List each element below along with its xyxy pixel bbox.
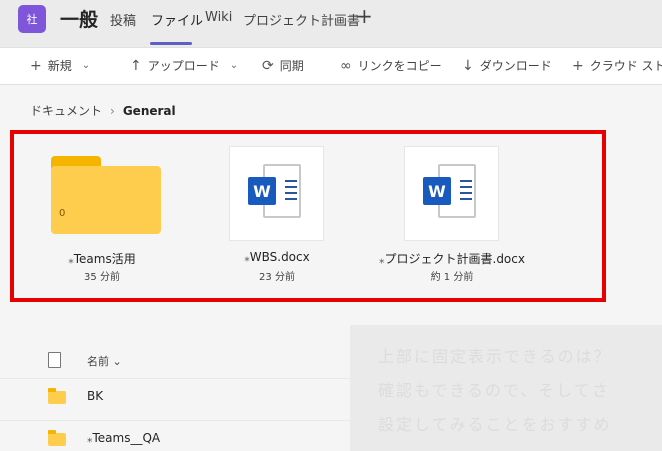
team-avatar[interactable]: 社 — [18, 5, 46, 33]
download-icon: ↓ — [462, 57, 474, 74]
column-name-header[interactable]: 名前 ⌄ — [87, 353, 122, 369]
tile-modified: 約 1 分前 — [430, 272, 474, 283]
file-thumbnail: W — [404, 146, 499, 241]
folder-icon — [48, 430, 66, 446]
overlay-panel: 上部に固定表示できるのは？ 確認もできるので、そしてさ 設定してみることをおすす… — [350, 325, 662, 451]
plus-icon: + — [30, 57, 42, 74]
chevron-down-icon: ⌄ — [112, 355, 122, 368]
word-icon: W — [423, 177, 451, 205]
folder-item-count: 0 — [59, 208, 66, 219]
tab-posts[interactable]: 投稿 — [110, 10, 136, 29]
link-icon: ∞ — [340, 57, 352, 74]
download-label: ダウンロード — [479, 59, 552, 73]
copy-link-label: リンクをコピー — [357, 59, 442, 73]
breadcrumb: ドキュメント › General — [30, 102, 176, 119]
chevron-right-icon: › — [110, 103, 115, 118]
folder-icon — [48, 388, 66, 404]
download-button[interactable]: ↓ ダウンロード — [462, 57, 552, 74]
list-item-name[interactable]: ⁎Teams__QA — [87, 431, 160, 445]
tab-wiki[interactable]: Wiki — [205, 10, 232, 25]
channel-header: 社 一般 投稿 ファイル Wiki プロジェクト計画書 + — [0, 0, 662, 47]
overlay-text-line: 上部に固定表示できるのは？ — [378, 347, 612, 366]
tab-project-plan[interactable]: プロジェクト計画書 — [243, 10, 360, 29]
breadcrumb-current: General — [122, 103, 176, 118]
tile-name: ⁎プロジェクト計画書.docx — [379, 252, 525, 266]
command-bar: + 新規 ⌄ ↑ アップロード ⌄ ⟳ 同期 ∞ リンクをコピー ↓ ダウンロー… — [0, 47, 662, 85]
overlay-text-line: 確認もできるので、そしてさ — [378, 381, 610, 400]
tab-files[interactable]: ファイル — [151, 10, 203, 29]
breadcrumb-documents[interactable]: ドキュメント — [30, 102, 102, 119]
sync-label: 同期 — [279, 59, 304, 73]
upload-button[interactable]: ↑ アップロード ⌄ — [130, 57, 238, 74]
upload-arrow-icon: ↑ — [130, 57, 142, 74]
list-item[interactable]: BK — [0, 378, 350, 414]
sync-button[interactable]: ⟳ 同期 — [262, 57, 304, 74]
recent-files-tiles: 0 ⁎Teams活用 35 分前 W ⁎WBS.docx 23 分前 W ⁎プロ… — [10, 130, 606, 302]
tile-modified: 35 分前 — [84, 272, 120, 283]
new-label: 新規 — [47, 59, 72, 73]
list-item[interactable]: ⁎Teams__QA — [0, 420, 350, 451]
new-button[interactable]: + 新規 ⌄ — [30, 57, 90, 74]
plus-icon: + — [572, 57, 584, 74]
folder-icon: 0 — [51, 156, 161, 234]
channel-title: 一般 — [60, 9, 99, 31]
tile-name: ⁎Teams活用 — [68, 252, 136, 266]
cloud-storage-button[interactable]: + クラウド ストレ — [572, 57, 662, 74]
list-item-name[interactable]: BK — [87, 389, 103, 403]
chevron-down-icon: ⌄ — [229, 60, 239, 71]
upload-label: アップロード — [147, 59, 220, 73]
file-type-icon — [48, 352, 61, 368]
tile-modified: 23 分前 — [259, 272, 295, 283]
tile-name: ⁎WBS.docx — [244, 250, 310, 264]
add-tab-button[interactable]: + — [356, 4, 373, 28]
sync-icon: ⟳ — [262, 57, 274, 74]
file-list-header: 名前 ⌄ — [0, 345, 350, 375]
chevron-down-icon: ⌄ — [81, 60, 91, 71]
overlay-text-line: 設定してみることをおすすめ — [378, 415, 612, 434]
active-tab-indicator — [150, 42, 192, 45]
word-icon: W — [248, 177, 276, 205]
file-thumbnail: W — [229, 146, 324, 241]
cloud-storage-label: クラウド ストレ — [589, 59, 662, 73]
copy-link-button[interactable]: ∞ リンクをコピー — [340, 57, 442, 74]
